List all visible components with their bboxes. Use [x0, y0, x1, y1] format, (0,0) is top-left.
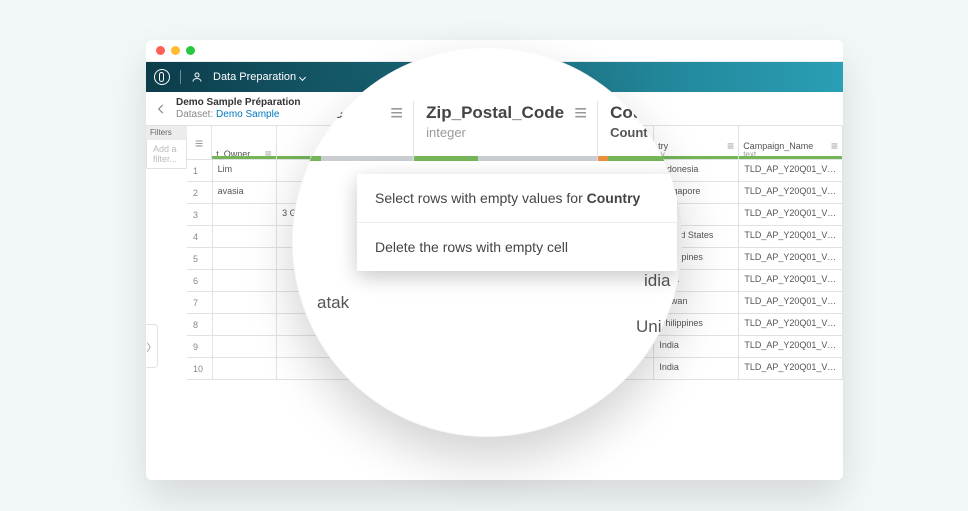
user-icon[interactable]	[191, 71, 203, 83]
divider	[180, 70, 181, 84]
column-header-campaign[interactable]: Campaign_Name≡ text	[739, 126, 843, 159]
menu-icon: ≡	[390, 109, 403, 118]
preparation-title: Demo Sample Préparation	[176, 97, 300, 109]
filters-panel: Filters Add a filter...	[146, 126, 187, 480]
menu-icon: ≡	[195, 140, 203, 147]
dataset-link[interactable]: Demo Sample	[216, 109, 279, 120]
row-index: 8	[187, 314, 213, 335]
row-index: 9	[187, 336, 213, 357]
window-minimize-icon[interactable]	[171, 46, 180, 55]
back-button[interactable]	[146, 92, 176, 126]
cell-owner[interactable]	[213, 292, 278, 313]
magnifier-lens: ovince≡ Zip_Postal_Code≡ integer Cou Cou…	[292, 47, 682, 437]
menu-delete-empty-rows[interactable]: Delete the rows with empty cell	[357, 223, 677, 271]
row-index: 10	[187, 358, 213, 379]
zoom-header-province[interactable]: ovince≡	[292, 101, 414, 161]
cell-owner[interactable]	[213, 314, 278, 335]
window-zoom-icon[interactable]	[186, 46, 195, 55]
menu-icon: ≡	[831, 143, 838, 149]
row-index: 2	[187, 182, 213, 203]
cell-owner[interactable]	[213, 204, 278, 225]
dataset-label: Dataset:	[176, 109, 213, 120]
talend-logo-icon[interactable]	[154, 69, 170, 85]
cell-campaign[interactable]: TLD_AP_Y20Q01_Vir…	[739, 292, 843, 313]
cell-campaign[interactable]: TLD_AP_Y20Q01_Vir…	[739, 314, 843, 335]
cell-campaign[interactable]: TLD_AP_Y20Q01_Vir…	[739, 358, 843, 379]
row-index: 7	[187, 292, 213, 313]
cell-campaign[interactable]: TLD_AP_Y20Q01_Vir…	[739, 270, 843, 291]
zoom-headers: ovince≡ Zip_Postal_Code≡ integer Cou Cou…	[292, 101, 682, 161]
cell-campaign[interactable]: TLD_AP_Y20Q01_Vir…	[739, 160, 843, 181]
add-filter-input[interactable]: Add a filter...	[146, 140, 187, 169]
row-index: 3	[187, 204, 213, 225]
cell-owner[interactable]	[213, 248, 278, 269]
row-menu-header[interactable]: ≡	[187, 126, 212, 159]
cell-owner[interactable]	[213, 358, 278, 379]
cell-owner[interactable]: Lim	[213, 160, 278, 181]
side-expand-tab[interactable]: 〉	[146, 324, 158, 368]
cell-owner[interactable]	[213, 270, 278, 291]
zoom-cell-us: Uni	[636, 317, 662, 337]
row-index: 6	[187, 270, 213, 291]
breadcrumb: Demo Sample Préparation Dataset: Demo Sa…	[176, 97, 300, 120]
row-index: 1	[187, 160, 213, 181]
menu-icon: ≡	[727, 143, 734, 149]
cell-campaign[interactable]: TLD_AP_Y20Q01_Vir…	[739, 336, 843, 357]
row-index: 5	[187, 248, 213, 269]
cell-campaign[interactable]: TLD_AP_Y20Q01_Vir…	[739, 182, 843, 203]
column-context-menu: Select rows with empty values for Countr…	[357, 174, 677, 271]
row-index: 4	[187, 226, 213, 247]
window-close-icon[interactable]	[156, 46, 165, 55]
product-name: Data Preparation	[213, 71, 296, 83]
menu-icon: ≡	[574, 109, 587, 118]
cell-campaign[interactable]: TLD_AP_Y20Q01_Vir…	[739, 226, 843, 247]
menu-select-empty-rows[interactable]: Select rows with empty values for Countr…	[357, 174, 677, 223]
zoom-cell-atak: atak	[317, 293, 349, 313]
cell-owner[interactable]	[213, 226, 278, 247]
column-header-owner[interactable]: t_Owner≡	[212, 126, 277, 159]
zoom-cell-india: idia	[644, 271, 670, 291]
zoom-header-zip[interactable]: Zip_Postal_Code≡ integer	[414, 101, 598, 161]
zoom-header-country[interactable]: Cou Count	[598, 101, 682, 161]
cell-campaign[interactable]: TLD_AP_Y20Q01_Vir…	[739, 204, 843, 225]
cell-owner[interactable]	[213, 336, 278, 357]
filters-header: Filters	[146, 126, 187, 140]
cell-campaign[interactable]: TLD_AP_Y20Q01_Vir…	[739, 248, 843, 269]
cell-owner[interactable]: avasia	[213, 182, 278, 203]
